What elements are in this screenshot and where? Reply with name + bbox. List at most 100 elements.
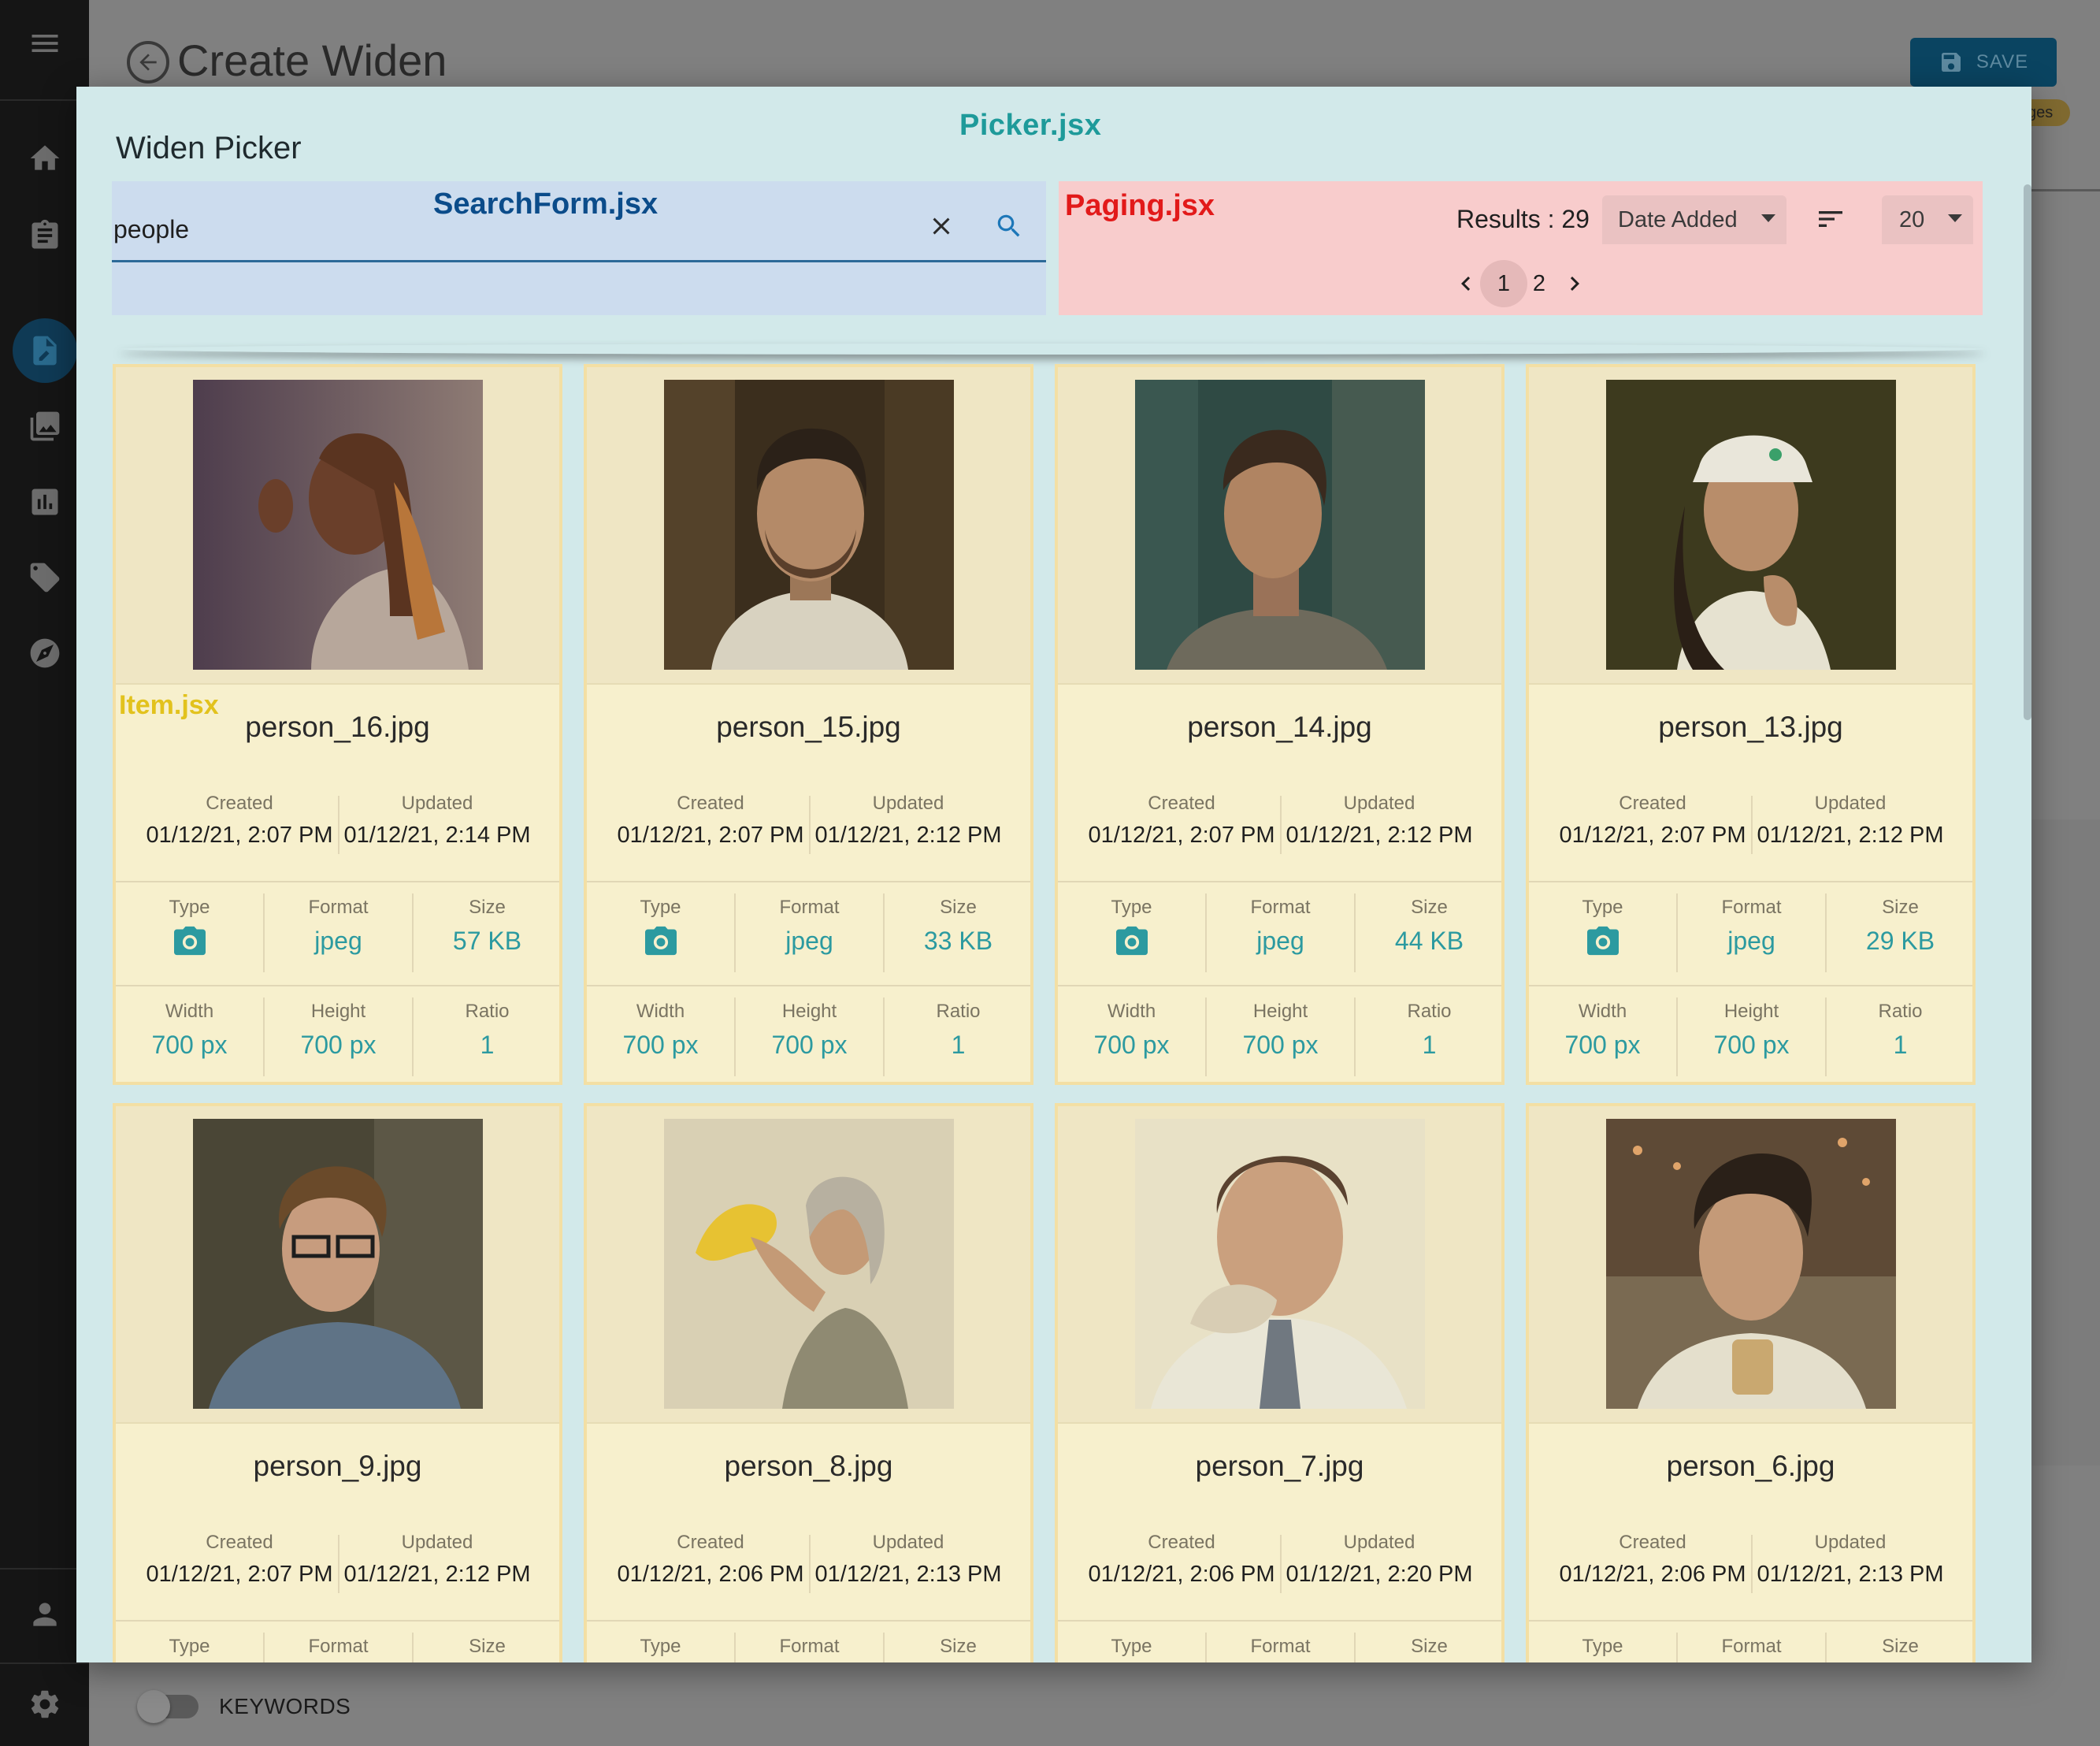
format-value: jpeg xyxy=(785,927,833,955)
width-label: Width xyxy=(165,1001,214,1022)
updated-value: 01/12/21, 2:14 PM xyxy=(343,823,531,848)
format-label: Format xyxy=(308,1636,369,1657)
menu-icon[interactable] xyxy=(22,20,68,66)
size-value: 57 KB xyxy=(452,927,522,955)
tag-icon[interactable] xyxy=(22,555,68,600)
item-meta-row: Type Format jpeg Size 33 KB xyxy=(587,881,1030,983)
item-dates: Created 01/12/21, 2:06 PM Updated 01/12/21… xyxy=(1529,1532,1972,1603)
size-value: 29 KB xyxy=(1865,927,1935,955)
save-button[interactable]: SAVE xyxy=(1910,38,2057,87)
per-page-value: 20 xyxy=(1899,206,1925,232)
scrollbar[interactable] xyxy=(2024,184,2031,720)
height-label: Height xyxy=(310,1001,366,1022)
grid-divider-shadow xyxy=(120,344,1984,355)
item-card[interactable]: person_7.jpg Created 01/12/21, 2:06 PM Up… xyxy=(1055,1103,1505,1662)
height-label: Height xyxy=(1252,1001,1308,1022)
size-label: Size xyxy=(469,897,506,918)
size-value: 44 KB xyxy=(1394,927,1464,955)
thumbnail-image xyxy=(664,1119,954,1409)
type-label: Type xyxy=(1111,1636,1152,1657)
back-button[interactable] xyxy=(127,41,169,84)
item-meta-row: Type Format jpeg Size 57 KB xyxy=(116,881,559,983)
updated-label: Updated xyxy=(1814,1532,1887,1553)
thumbnail-image xyxy=(1606,1119,1896,1409)
clear-icon[interactable] xyxy=(923,208,959,244)
width-value: 700 px xyxy=(622,1031,699,1059)
paging-component-tag: Paging.jsx xyxy=(1065,189,1215,222)
item-filename: person_13.jpg xyxy=(1658,711,1843,743)
background-divider xyxy=(2031,189,2100,191)
type-label: Type xyxy=(1582,897,1623,918)
sort-by-select[interactable]: Date Added xyxy=(1602,195,1786,244)
next-page-button[interactable] xyxy=(1551,260,1598,307)
item-card[interactable]: person_14.jpg Created 01/12/21, 2:07 PM U… xyxy=(1055,364,1505,1085)
item-meta-row: Type Format Size xyxy=(587,1620,1030,1662)
picker-component-tag: Picker.jsx xyxy=(959,109,1102,142)
updated-label: Updated xyxy=(1343,1532,1415,1553)
size-label: Size xyxy=(1411,897,1448,918)
size-label: Size xyxy=(940,1636,977,1657)
type-label: Type xyxy=(169,897,210,918)
item-card[interactable]: person_9.jpg Created 01/12/21, 2:07 PM Up… xyxy=(113,1103,562,1662)
caret-down-icon xyxy=(1761,214,1775,222)
search-input[interactable] xyxy=(113,210,728,249)
format-label: Format xyxy=(1721,1636,1782,1657)
item-dates: Created 01/12/21, 2:07 PM Updated 01/12/21… xyxy=(1529,793,1972,864)
item-component-tag: Item.jsx xyxy=(119,690,219,720)
arrow-left-icon xyxy=(139,54,157,71)
format-label: Format xyxy=(779,897,840,918)
per-page-select[interactable]: 20 xyxy=(1882,195,1973,244)
updated-value: 01/12/21, 2:12 PM xyxy=(814,823,1002,848)
thumbnail-image xyxy=(664,380,954,670)
edit-document-icon[interactable] xyxy=(13,318,77,383)
created-value: 01/12/21, 2:07 PM xyxy=(1559,823,1746,848)
thumbnail-image xyxy=(1135,1119,1425,1409)
search-icon[interactable] xyxy=(991,208,1027,244)
size-label: Size xyxy=(1882,897,1919,918)
item-card[interactable]: person_13.jpg Created 01/12/21, 2:07 PM U… xyxy=(1526,364,1976,1085)
thumbnail-area xyxy=(587,1106,1030,1424)
bar-chart-icon[interactable] xyxy=(22,479,68,525)
item-dates: Created 01/12/21, 2:07 PM Updated 01/12/21… xyxy=(116,1532,559,1603)
ratio-value: 1 xyxy=(1893,1031,1908,1059)
keywords-toggle[interactable] xyxy=(137,1690,198,1723)
item-dimensions-row: Width 700 px Height 700 px Ratio 1 xyxy=(1529,985,1972,1082)
item-filename: person_7.jpg xyxy=(1195,1450,1364,1482)
person-icon[interactable] xyxy=(22,1592,68,1637)
sort-icon[interactable] xyxy=(1813,202,1848,236)
thumbnail-area xyxy=(1529,1106,1972,1424)
format-label: Format xyxy=(1721,897,1782,918)
created-label: Created xyxy=(677,1532,744,1553)
width-label: Width xyxy=(636,1001,685,1022)
type-label: Type xyxy=(1111,897,1152,918)
item-dates: Created 01/12/21, 2:07 PM Updated 01/12/21… xyxy=(587,793,1030,864)
width-value: 700 px xyxy=(151,1031,228,1059)
home-icon[interactable] xyxy=(22,136,68,181)
created-value: 01/12/21, 2:07 PM xyxy=(1088,823,1275,848)
format-value: jpeg xyxy=(1727,927,1775,955)
widen-picker-modal: Picker.jsx Widen Picker SearchForm.jsx P… xyxy=(76,87,2031,1662)
ratio-label: Ratio xyxy=(1407,1001,1452,1022)
updated-label: Updated xyxy=(872,793,944,814)
settings-gear-icon[interactable] xyxy=(22,1681,68,1727)
updated-label: Updated xyxy=(401,793,473,814)
created-label: Created xyxy=(206,1532,273,1553)
item-card[interactable]: person_15.jpg Created 01/12/21, 2:07 PM U… xyxy=(584,364,1033,1085)
item-dates: Created 01/12/21, 2:06 PM Updated 01/12/21… xyxy=(587,1532,1030,1603)
page-title: Create Widen xyxy=(177,35,447,85)
item-card[interactable]: person_6.jpg Created 01/12/21, 2:06 PM Up… xyxy=(1526,1103,1976,1662)
photo-library-icon[interactable] xyxy=(22,403,68,449)
clipboard-icon[interactable] xyxy=(22,213,68,258)
item-filename: person_6.jpg xyxy=(1666,1450,1835,1482)
width-value: 700 px xyxy=(1093,1031,1170,1059)
height-label: Height xyxy=(1723,1001,1779,1022)
created-label: Created xyxy=(1619,1532,1686,1553)
created-label: Created xyxy=(677,793,744,814)
results-count: Results : 29 xyxy=(1456,205,1590,233)
thumbnail-area xyxy=(1058,1106,1501,1424)
compass-icon[interactable] xyxy=(22,630,68,676)
item-card[interactable]: person_8.jpg Created 01/12/21, 2:06 PM Up… xyxy=(584,1103,1033,1662)
size-label: Size xyxy=(940,897,977,918)
created-value: 01/12/21, 2:07 PM xyxy=(146,823,333,848)
item-card[interactable]: Item.jsx person_16.jpg Created 01/12/21, … xyxy=(113,364,562,1085)
